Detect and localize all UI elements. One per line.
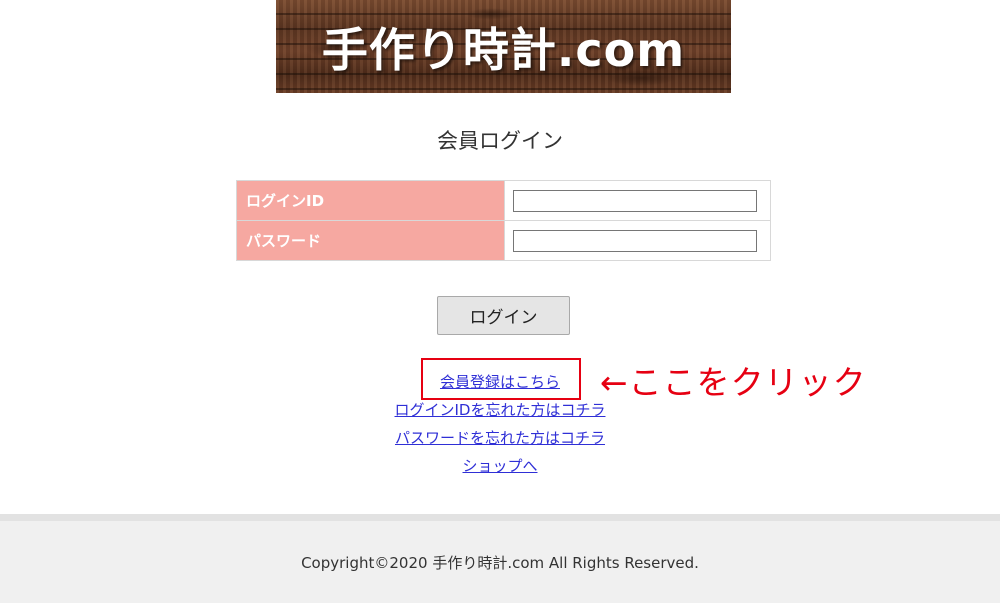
- forgot-login-id-link[interactable]: ログインIDを忘れた方はコチラ: [395, 396, 606, 424]
- password-input[interactable]: [513, 229, 757, 252]
- password-row: パスワード: [236, 220, 771, 261]
- footer: Copyright©2020 手作り時計.com All Rights Rese…: [0, 514, 1000, 603]
- login-id-cell: [504, 180, 771, 221]
- login-id-row: ログインID: [236, 180, 771, 221]
- click-here-annotation: ←ここをクリック: [600, 363, 867, 402]
- page-title: 会員ログイン: [437, 129, 563, 153]
- password-cell: [504, 220, 771, 261]
- login-button[interactable]: ログイン: [437, 296, 570, 335]
- copyright-text: Copyright©2020 手作り時計.com All Rights Rese…: [301, 554, 699, 572]
- highlight-box: [421, 358, 581, 400]
- site-logo-text: 手作り時計.com: [321, 23, 686, 77]
- forgot-password-link[interactable]: パスワードを忘れた方はコチラ: [395, 424, 605, 452]
- login-id-input[interactable]: [513, 189, 757, 212]
- site-logo-banner[interactable]: 手作り時計.com: [276, 0, 731, 93]
- login-id-label: ログインID: [236, 180, 505, 221]
- login-form: ログインID パスワード: [236, 180, 771, 261]
- password-label: パスワード: [236, 220, 505, 261]
- shop-link[interactable]: ショップへ: [462, 452, 537, 480]
